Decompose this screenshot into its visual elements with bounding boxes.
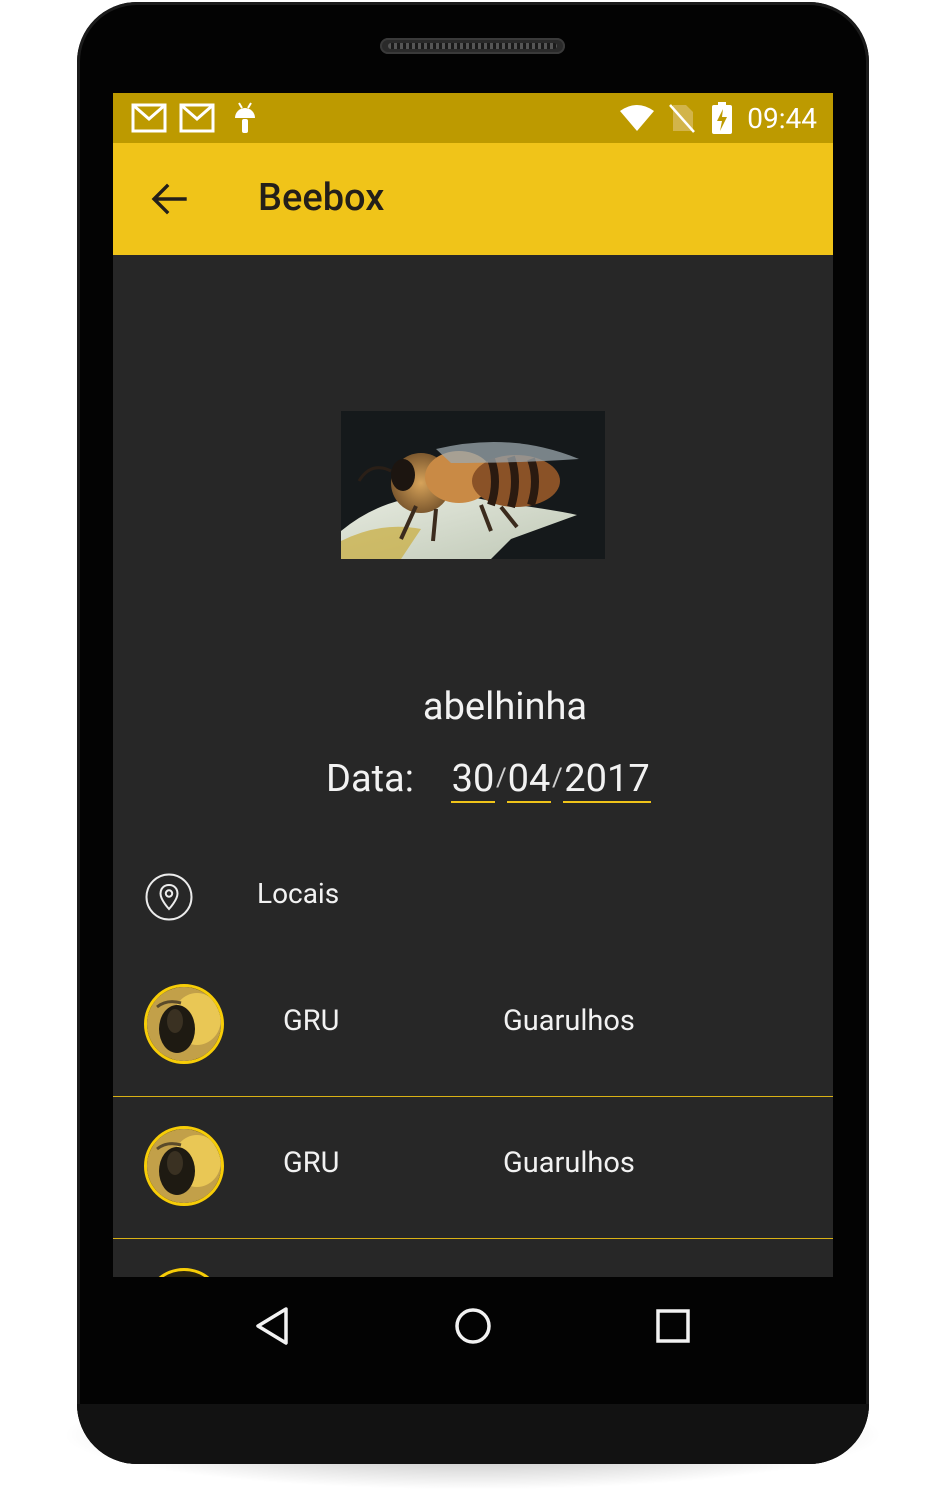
gmail-icon [179,103,215,133]
app-title: Beebox [258,176,385,220]
battery-charging-icon [712,102,732,134]
item-name: abelhinha [422,685,588,729]
home-circle-icon[interactable] [450,1303,496,1349]
wifi-icon [620,105,654,131]
date-day-field[interactable]: 30 [451,757,495,803]
bee-avatar [144,1268,224,1277]
app-bar: Beebox [113,143,833,255]
bee-image [341,411,605,559]
status-time: 09:44 [747,102,817,135]
status-bar: 09:44 [113,93,833,143]
date-year-field[interactable]: 2017 [563,757,651,803]
phone-speaker [380,38,565,54]
no-sim-icon [669,104,695,133]
locais-label: Locais [257,877,340,910]
phone-chin [77,1404,869,1464]
bee-avatar [144,1126,224,1206]
date-separator: / [552,763,563,793]
arrow-left-icon[interactable] [149,179,189,219]
android-icon [235,102,255,133]
date-month-field[interactable]: 04 [507,757,551,803]
locations-list: GRU Guarulhos GRU Guarulhos [113,955,833,1277]
list-item[interactable] [113,1239,833,1277]
gmail-icon [131,103,167,133]
app-screen: 09:44 Beebox abelhinha Data: 30 / 04 / 2… [113,93,833,1277]
navigation-bar [113,1277,833,1375]
back-triangle-icon[interactable] [250,1303,296,1349]
list-item[interactable]: GRU Guarulhos [113,1097,833,1239]
date-separator: / [496,763,507,793]
location-city: Guarulhos [503,1004,635,1038]
map-pin-icon [145,873,193,921]
location-code: GRU [283,1146,340,1180]
location-city: Guarulhos [503,1146,635,1180]
location-code: GRU [283,1004,340,1038]
list-item[interactable]: GRU Guarulhos [113,955,833,1097]
bee-avatar [144,984,224,1064]
date-label: Data: [326,757,414,801]
recents-square-icon[interactable] [650,1303,696,1349]
